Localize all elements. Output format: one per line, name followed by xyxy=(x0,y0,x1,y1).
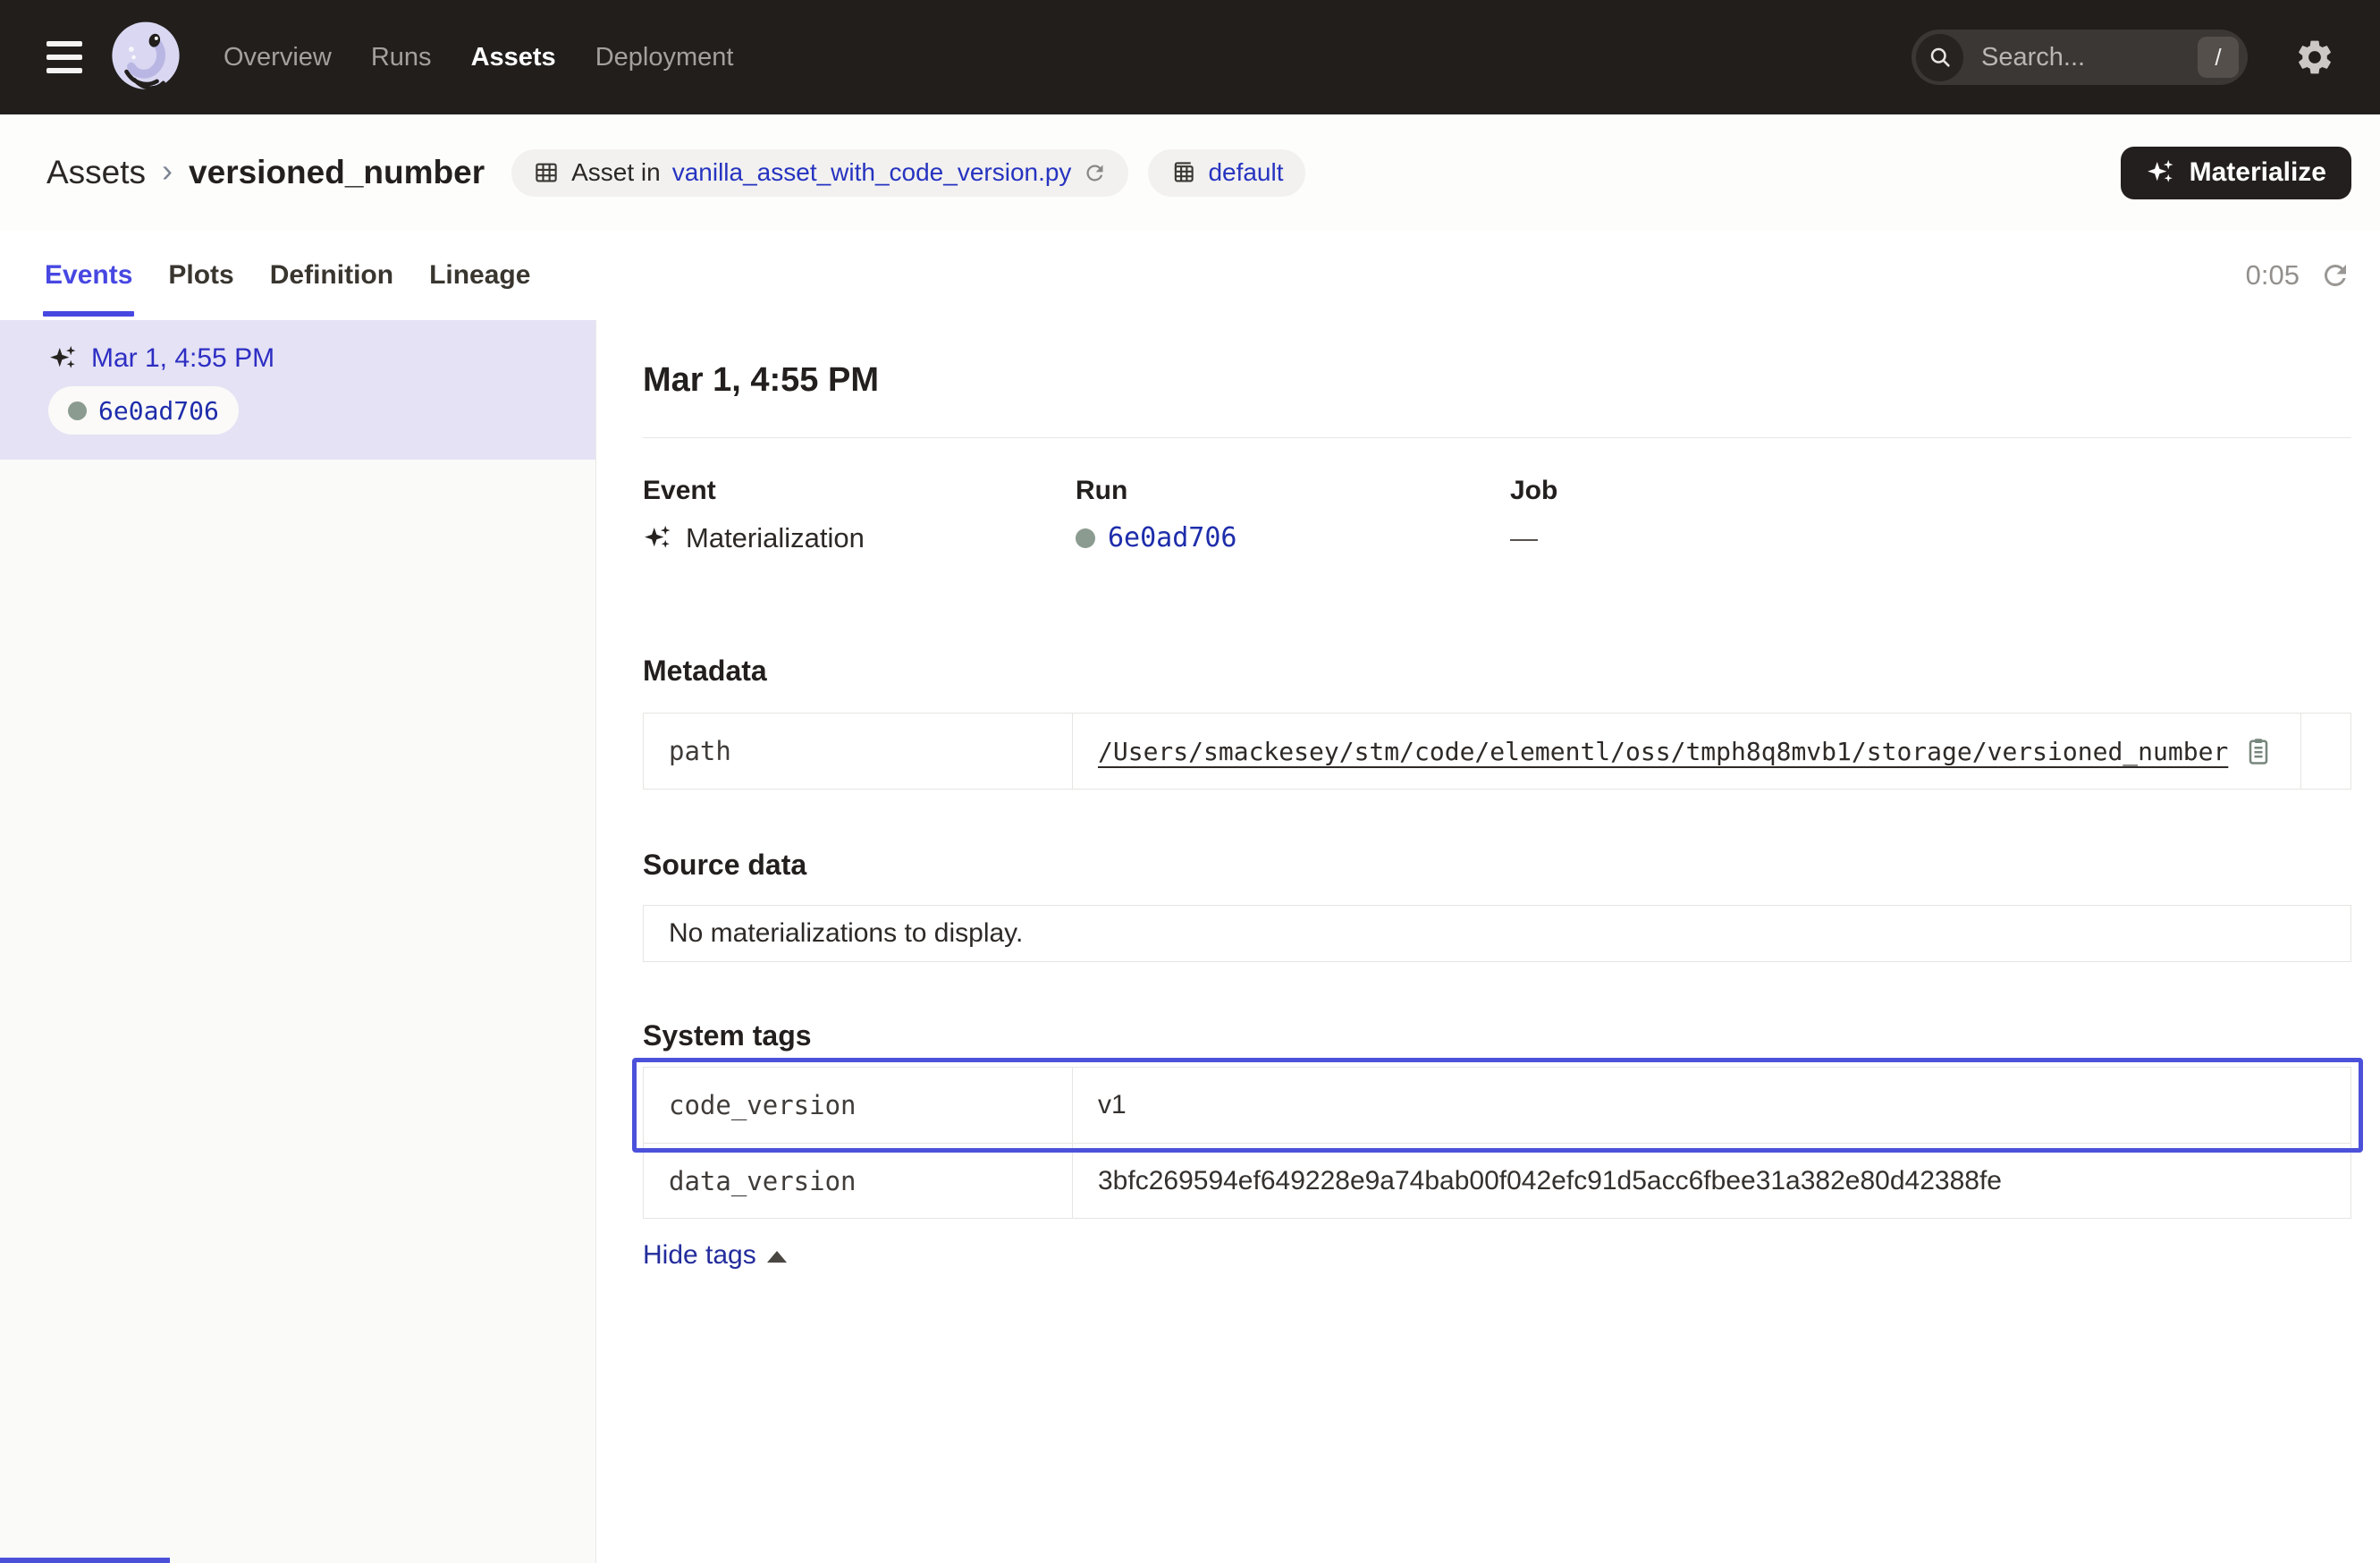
materialization-sparkle-icon xyxy=(643,523,673,553)
system-tags-table: code_version v1 data_version 3bfc269594e… xyxy=(643,1067,2351,1219)
page-header: Assets › versioned_number Asset in vanil… xyxy=(0,114,2380,231)
page-title: versioned_number xyxy=(189,154,485,191)
event-type-value: Materialization xyxy=(686,522,865,554)
caret-up-icon xyxy=(767,1251,787,1263)
dagster-logo-icon[interactable] xyxy=(107,19,184,96)
divider xyxy=(643,437,2351,438)
asset-origin-chip[interactable]: Asset in vanilla_asset_with_code_version… xyxy=(511,149,1128,197)
job-column-label: Job xyxy=(1510,476,2351,506)
event-detail-title: Mar 1, 4:55 PM xyxy=(643,361,2351,400)
metadata-row-path: path /Users/smackesey/stm/code/elementl/… xyxy=(644,714,2350,789)
repo-chip[interactable]: default xyxy=(1148,149,1304,197)
refresh-icon[interactable] xyxy=(2319,259,2351,291)
settings-gear-icon[interactable] xyxy=(2294,37,2335,78)
run-id-link[interactable]: 6e0ad706 xyxy=(1108,522,1237,553)
event-summary-columns: Event Materialization Run 6e0ad706 xyxy=(643,476,2351,554)
events-sidebar: Mar 1, 4:55 PM 6e0ad706 xyxy=(0,320,596,1563)
tag-row-data-version: data_version 3bfc269594ef649228e9a74bab0… xyxy=(644,1143,2350,1218)
job-column: Job — xyxy=(1510,476,2351,554)
source-data-heading: Source data xyxy=(643,849,2351,882)
search-input[interactable] xyxy=(1963,43,2198,72)
nav-item-overview[interactable]: Overview xyxy=(224,43,332,72)
metadata-action-cell xyxy=(2300,714,2350,789)
reload-icon[interactable] xyxy=(1083,161,1107,185)
tag-row-code-version: code_version v1 xyxy=(644,1068,2350,1143)
tab-events[interactable]: Events xyxy=(43,231,134,320)
search-icon xyxy=(1916,34,1963,81)
hide-tags-label: Hide tags xyxy=(643,1240,756,1271)
metadata-key: path xyxy=(644,714,1073,789)
metadata-heading: Metadata xyxy=(643,655,2351,688)
tab-plots[interactable]: Plots xyxy=(166,231,235,320)
source-data-empty-state: No materializations to display. xyxy=(643,905,2351,962)
tag-key: data_version xyxy=(644,1144,1073,1218)
materialize-button[interactable]: Materialize xyxy=(2121,147,2351,199)
event-column-label: Event xyxy=(643,476,1076,506)
run-status-dot xyxy=(68,401,87,420)
clipboard-icon xyxy=(2242,735,2275,767)
asset-grid-icon xyxy=(533,159,560,186)
job-empty-value: — xyxy=(1510,522,1538,554)
event-list-item-selected[interactable]: Mar 1, 4:55 PM 6e0ad706 xyxy=(0,320,595,460)
tag-value: 3bfc269594ef649228e9a74bab00f042efc91d5a… xyxy=(1073,1144,2350,1218)
chevron-right-icon: › xyxy=(160,152,174,190)
run-status-dot xyxy=(1076,528,1095,548)
primary-nav: Overview Runs Assets Deployment xyxy=(224,43,733,72)
tag-key: code_version xyxy=(644,1068,1073,1143)
event-detail-panel: Mar 1, 4:55 PM Event Materialization Run xyxy=(596,320,2380,1563)
asset-chip-prefix: Asset in xyxy=(571,158,661,187)
nav-item-deployment[interactable]: Deployment xyxy=(595,43,734,72)
tabs-bar: Events Plots Definition Lineage 0:05 xyxy=(0,231,2380,320)
system-tags-heading: System tags xyxy=(643,1019,2351,1052)
asset-file-link[interactable]: vanilla_asset_with_code_version.py xyxy=(672,158,1072,187)
event-column: Event Materialization xyxy=(643,476,1076,554)
materialization-sparkle-icon xyxy=(48,343,79,374)
event-timestamp: Mar 1, 4:55 PM xyxy=(91,343,274,374)
tab-definition[interactable]: Definition xyxy=(268,231,395,320)
metadata-table: path /Users/smackesey/stm/code/elementl/… xyxy=(643,713,2351,790)
hide-tags-link[interactable]: Hide tags xyxy=(643,1240,787,1271)
tag-value: v1 xyxy=(1073,1068,2350,1143)
tab-lineage[interactable]: Lineage xyxy=(427,231,532,320)
repo-chip-label: default xyxy=(1208,158,1283,187)
metadata-path-link[interactable]: /Users/smackesey/stm/code/elementl/oss/t… xyxy=(1098,737,2228,766)
repo-grid-icon xyxy=(1169,159,1196,186)
run-id-label: 6e0ad706 xyxy=(98,396,219,426)
hamburger-menu-icon[interactable] xyxy=(46,41,82,73)
nav-item-runs[interactable]: Runs xyxy=(371,43,432,72)
search-box[interactable]: / xyxy=(1912,30,2248,85)
bottom-left-blue-strip xyxy=(0,1558,170,1563)
top-navbar: Overview Runs Assets Deployment / xyxy=(0,0,2380,114)
run-column: Run 6e0ad706 xyxy=(1076,476,1510,554)
refresh-countdown: 0:05 xyxy=(2246,259,2300,291)
breadcrumb: Assets › versioned_number xyxy=(46,154,485,191)
materialize-button-label: Materialize xyxy=(2190,157,2326,188)
run-column-label: Run xyxy=(1076,476,1510,506)
copy-path-button[interactable] xyxy=(2242,735,2275,767)
breadcrumb-assets-link[interactable]: Assets xyxy=(46,154,146,191)
sparkle-icon xyxy=(2146,157,2176,188)
system-tags-wrap: code_version v1 data_version 3bfc269594e… xyxy=(643,1067,2351,1219)
nav-item-assets[interactable]: Assets xyxy=(471,43,556,72)
run-id-chip[interactable]: 6e0ad706 xyxy=(48,386,239,435)
search-shortcut-badge: / xyxy=(2198,37,2239,78)
